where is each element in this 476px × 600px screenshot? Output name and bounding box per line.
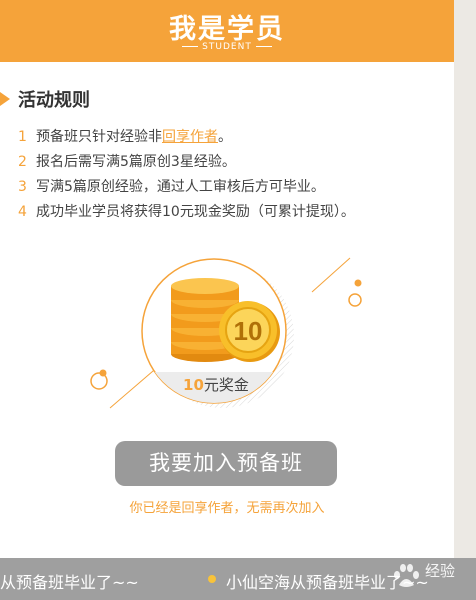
- content-panel: 我是学员 STUDENT 活动规则 1 预备班只针对经验非回享作者。 2 报名后需写…: [0, 0, 454, 600]
- baidu-jingyan-watermark-logo: 经验: [394, 562, 455, 587]
- subtitle-divider-right: [255, 46, 272, 47]
- page-subtitle: STUDENT: [0, 42, 454, 52]
- triangle-marker-icon: [0, 92, 10, 106]
- rule-number: 1: [18, 129, 27, 145]
- decor-ring: [348, 293, 362, 307]
- decor-dot: [354, 279, 362, 287]
- rule-text: 成功毕业学员将获得10元现金奖励（可累计提现）。: [36, 204, 355, 220]
- ticker-bullet-icon: [208, 575, 216, 583]
- rule-number: 2: [18, 154, 27, 170]
- reward-amount: 10: [183, 376, 204, 394]
- rule-text: 写满5篇原创经验，通过人工审核后方可毕业。: [36, 179, 325, 195]
- page-title: 我是学员: [169, 14, 285, 45]
- subtitle-divider-left: [182, 46, 199, 47]
- decor-dot: [99, 369, 107, 377]
- rule-text: 预备班只针对经验非: [36, 129, 162, 145]
- decor-line: [311, 257, 351, 293]
- rule-item-1: 1 预备班只针对经验非回享作者。: [18, 126, 232, 146]
- rule-number: 4: [18, 204, 27, 220]
- coin-value: 10: [234, 316, 263, 346]
- author-link[interactable]: 回享作者: [162, 129, 218, 145]
- svg-text:经验: 经验: [425, 562, 455, 580]
- rule-number: 3: [18, 179, 27, 195]
- rule-text-end: 。: [218, 129, 232, 145]
- rule-item-3: 3 写满5篇原创经验，通过人工审核后方可毕业。: [18, 176, 325, 196]
- reward-label: 10元奖金: [160, 374, 272, 395]
- rule-item-4: 4 成功毕业学员将获得10元现金奖励（可累计提现）。: [18, 201, 355, 221]
- rule-text: 报名后需写满5篇原创3星经验。: [36, 154, 236, 170]
- decor-line: [109, 364, 161, 409]
- already-author-notice: 你已经是回享作者，无需再次加入: [129, 501, 325, 516]
- ticker-item: 从预备班毕业了~~: [0, 573, 139, 592]
- header-banner: 我是学员 STUDENT: [0, 0, 454, 62]
- subtitle-text: STUDENT: [202, 42, 252, 52]
- rule-item-2: 2 报名后需写满5篇原创3星经验。: [18, 151, 236, 171]
- rules-title: 活动规则: [18, 90, 90, 111]
- join-prep-class-button[interactable]: 我要加入预备班: [115, 441, 337, 486]
- right-margin: [454, 0, 476, 600]
- rules-heading: 活动规则: [0, 86, 90, 112]
- reward-unit: 元奖金: [203, 376, 249, 394]
